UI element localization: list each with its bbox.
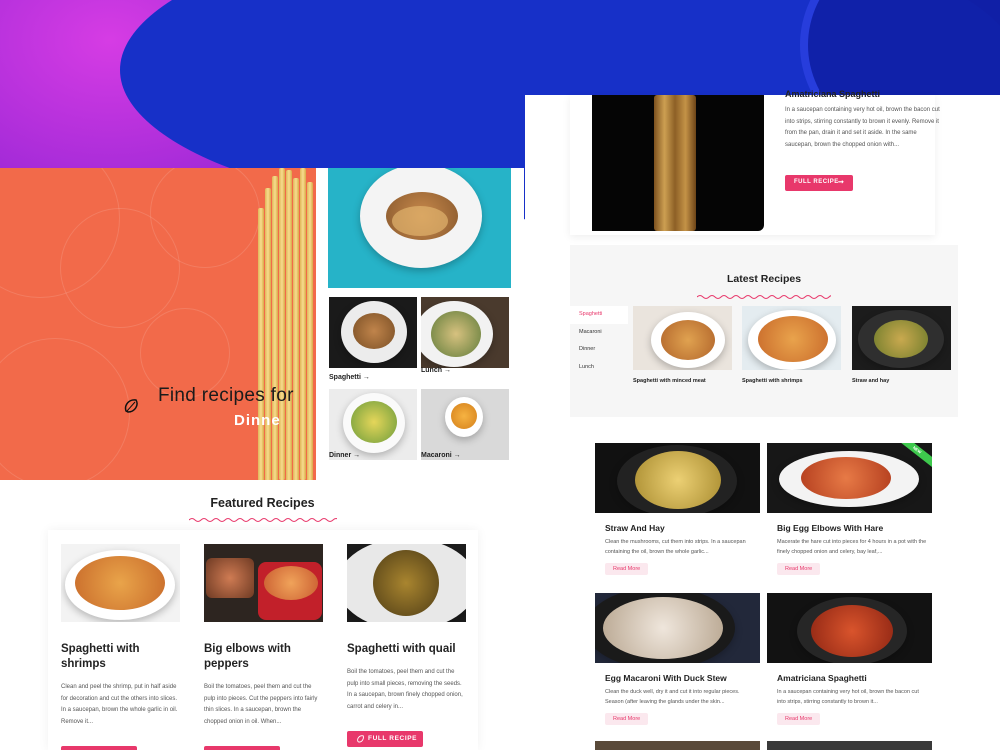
full-recipe-button[interactable]: FULL RECIPE: [347, 731, 423, 747]
category-gallery: Spaghetti → Lunch → Dinner → Macaroni →: [316, 168, 524, 480]
top-recipe-description: In a saucepan containing very hot oil, b…: [785, 107, 940, 148]
recipe-image[interactable]: [204, 544, 323, 622]
latest-recipes-tabs: Spaghetti Macaroni Dinner Lunch: [570, 306, 628, 376]
recipe-card[interactable]: Straw And Hay Clean the mushrooms, cut t…: [595, 443, 760, 575]
tab-dinner[interactable]: Dinner: [570, 341, 628, 359]
recipe-title[interactable]: Big elbows with peppers: [204, 642, 323, 672]
tab-macaroni[interactable]: Macaroni: [570, 324, 628, 342]
gallery-tile-lunch[interactable]: [421, 297, 509, 368]
featured-recipes-grid: Spaghetti with shrimps Clean and peel th…: [48, 530, 478, 750]
featured-card[interactable]: Spaghetti with shrimps Clean and peel th…: [61, 544, 180, 728]
featured-dish-image[interactable]: [328, 168, 511, 288]
gallery-tile-macaroni[interactable]: [421, 389, 509, 460]
tab-lunch[interactable]: Lunch: [570, 359, 628, 377]
lemon-icon: [357, 735, 364, 743]
recipe-image[interactable]: [61, 544, 180, 622]
gallery-tile-dinner[interactable]: [329, 389, 417, 460]
full-recipe-button[interactable]: FULL RECIPE ➞: [785, 175, 853, 191]
recipe-image[interactable]: [767, 741, 932, 750]
recipe-title[interactable]: Amatriciana Spaghetti: [767, 673, 932, 683]
latest-recipes-heading: Latest Recipes: [726, 273, 802, 285]
recipe-blog-page: Amatriciana Spaghetti In a saucepan cont…: [525, 89, 1000, 750]
read-more-button[interactable]: Read More: [605, 563, 649, 575]
recipe-caption[interactable]: Straw and hay: [852, 378, 951, 384]
recipe-title[interactable]: Egg Macaroni With Duck Stew: [595, 673, 760, 683]
hero-swirl: [150, 168, 260, 268]
hero-swirl: [0, 338, 130, 480]
recipe-image[interactable]: [347, 544, 466, 622]
gallery-label-macaroni[interactable]: Macaroni →: [421, 452, 461, 459]
gallery-label-dinner[interactable]: Dinner →: [329, 452, 360, 459]
read-more-button[interactable]: Read More: [777, 713, 821, 725]
recipe-image[interactable]: [742, 306, 841, 370]
featured-card[interactable]: Big elbows with peppers Boil the tomatoe…: [204, 544, 323, 728]
recipe-image[interactable]: [767, 593, 932, 663]
recipe-image[interactable]: [595, 443, 760, 513]
recipe-image[interactable]: [595, 593, 760, 663]
recipe-card[interactable]: Egg Macaroni With Duck Stew Clean the du…: [595, 593, 760, 725]
latest-recipe-card[interactable]: Spaghetti with shrimps: [742, 306, 841, 384]
recipe-image[interactable]: NEW: [767, 443, 932, 513]
latest-recipe-card[interactable]: Spaghetti with minced meat: [633, 306, 732, 384]
recipe-title[interactable]: Big Egg Elbows With Hare: [767, 523, 932, 533]
full-recipe-button[interactable]: [204, 746, 280, 750]
full-recipe-label: FULL RECIPE: [368, 735, 418, 742]
full-recipe-label: FULL RECIPE: [794, 179, 839, 185]
recipe-caption[interactable]: Spaghetti with minced meat: [633, 378, 732, 384]
featured-recipes-heading: Featured Recipes: [210, 496, 315, 510]
recipe-description: Macerate the hare cut into pieces for 4 …: [777, 539, 927, 555]
gallery-label-spaghetti[interactable]: Spaghetti →: [329, 374, 370, 381]
recipe-title[interactable]: Spaghetti with quail: [347, 642, 466, 657]
arrow-right-icon: ➞: [838, 179, 845, 186]
read-more-button[interactable]: Read More: [777, 563, 821, 575]
recipe-image[interactable]: [595, 741, 760, 750]
recipe-description: Clean the duck well, dry it and cut it i…: [605, 689, 740, 705]
read-more-button[interactable]: Read More: [605, 713, 649, 725]
hero-heading: Find recipes for: [158, 385, 294, 406]
latest-recipe-card[interactable]: Straw and hay: [852, 306, 951, 384]
recipe-description: Boil the tomatoes, peel them and cut the…: [204, 684, 318, 725]
hero-rotating-word: Dinne: [234, 412, 281, 429]
spaghetti-fork-image[interactable]: [592, 95, 764, 231]
wavy-divider: [189, 518, 337, 522]
tab-spaghetti[interactable]: Spaghetti: [570, 306, 628, 324]
wavy-divider: [697, 295, 831, 299]
full-recipe-button[interactable]: [61, 746, 137, 750]
recipe-description: Clean and peel the shrimp, put in half a…: [61, 684, 178, 725]
hero-section: [0, 168, 316, 480]
recipe-description: In a saucepan containing very hot oil, b…: [777, 689, 919, 705]
featured-card[interactable]: Spaghetti with quail Boil the tomatoes, …: [347, 544, 466, 713]
recipe-card[interactable]: Amatriciana Spaghetti In a saucepan cont…: [767, 593, 932, 725]
recipe-image[interactable]: [633, 306, 732, 370]
gallery-label-lunch[interactable]: Lunch →: [421, 367, 451, 374]
new-label: NEW: [912, 444, 923, 455]
gallery-tile-spaghetti[interactable]: [329, 297, 417, 368]
recipe-description: Clean the mushrooms, cut them into strip…: [605, 539, 746, 555]
recipe-card[interactable]: NEW Big Egg Elbows With Hare Macerate th…: [767, 443, 932, 575]
recipe-caption[interactable]: Spaghetti with shrimps: [742, 378, 841, 384]
top-recipe-title[interactable]: Amatriciana Spaghetti: [785, 89, 880, 99]
recipe-image[interactable]: [852, 306, 951, 370]
lemon-icon: [124, 399, 138, 413]
recipe-title[interactable]: Straw And Hay: [595, 523, 760, 533]
recipe-title[interactable]: Spaghetti with shrimps: [61, 642, 180, 672]
carousel-dots[interactable]: [424, 281, 434, 288]
recipe-description: Boil the tomatoes, peel them and cut the…: [347, 669, 463, 710]
